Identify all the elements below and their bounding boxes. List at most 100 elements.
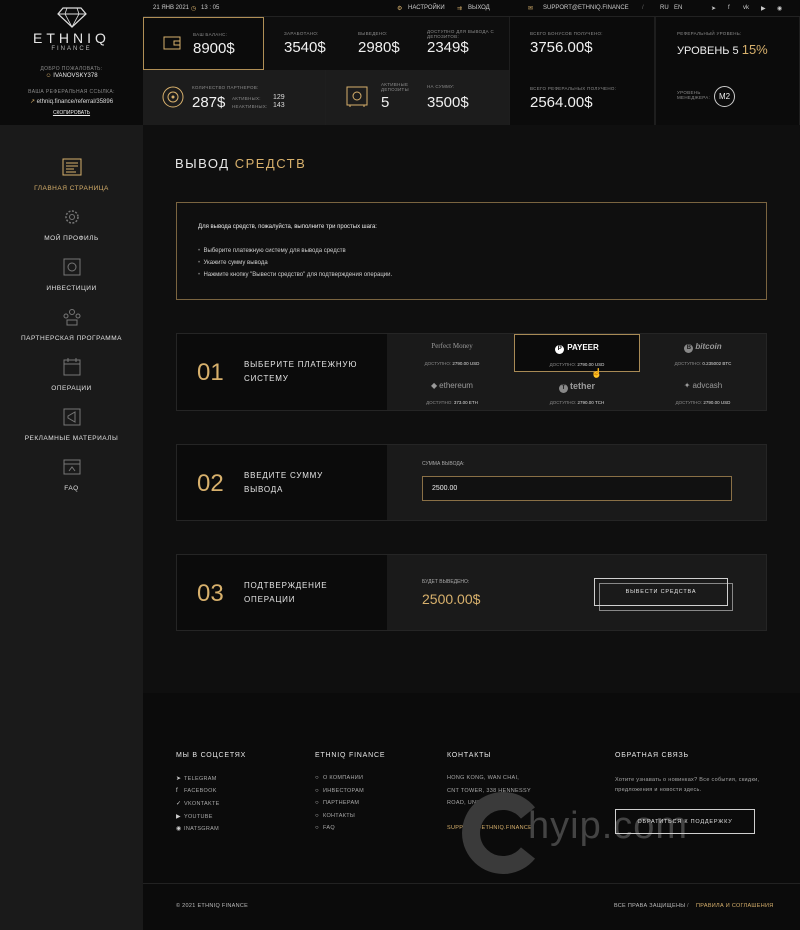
avail-amount: 2790.00 USD xyxy=(452,361,480,366)
logout-icon: ⇉ xyxy=(457,6,463,12)
step-3-title: ПОДТВЕРЖДЕНИЕ ОПЕРАЦИИ xyxy=(244,581,328,604)
bullet-icon: ○ xyxy=(315,800,319,806)
avail-amount: 2790.00 USD xyxy=(703,400,731,405)
bonus-label: ВСЕГО БОНУСОВ ПОЛУЧЕНО: xyxy=(530,31,603,36)
footer-link-text: FACEBOOK xyxy=(184,788,217,794)
footer-vk-link[interactable]: ✓ VKONTAKTE xyxy=(176,800,220,807)
referral-link-text: ethniq.finance/referral/35896 xyxy=(36,99,114,105)
ref-percent: 15% xyxy=(741,42,768,57)
sidebar-item-label: РЕКЛАМНЫЕ МАТЕРИАЛЫ xyxy=(24,435,119,442)
step-amount: 02 ВВЕДИТЕ СУММУ ВЫВОДА СУММА ВЫВОДА: xyxy=(176,444,767,521)
footer-youtube-link[interactable]: ▶ YOUTUBE xyxy=(176,813,213,820)
footer-telegram-link[interactable]: ➤ TELEGRAM xyxy=(176,775,217,782)
avail-label: ДОСТУПНО: xyxy=(549,400,577,405)
instructions-step-3: • Нажмите кнопку "Вывести средство" для … xyxy=(198,272,393,278)
terms-link[interactable]: ПРАВИЛА И СОГЛАШЕНИЯ xyxy=(696,903,774,909)
ethereum-icon: ◆ xyxy=(431,381,438,390)
step-1-number: 01 xyxy=(197,359,224,386)
footer-link-text: TELEGRAM xyxy=(184,776,217,782)
link-icon: ↗ xyxy=(29,99,35,105)
bullet-icon: ○ xyxy=(315,775,319,781)
vk-icon[interactable]: vk xyxy=(743,5,749,11)
ref-level-card: РЕФЕРАЛЬНЫЙ УРОВЕНЬ: УРОВЕНЬ 5 15% xyxy=(655,17,800,70)
sidebar-item-promo[interactable]: РЕКЛАМНЫЕ МАТЕРИАЛЫ xyxy=(0,407,143,442)
ref-level-text: УРОВЕНЬ 5 xyxy=(677,45,739,57)
sidebar-item-home[interactable]: ГЛАВНАЯ СТРАНИЦА xyxy=(0,157,143,192)
withdraw-button[interactable]: ВЫВЕСТИ СРЕДСТВА xyxy=(594,578,728,606)
bullet-icon: ○ xyxy=(315,813,319,819)
support-button[interactable]: ОБРАТИТЬСЯ К ПОДДЕРЖКУ xyxy=(615,809,755,834)
welcome-label: ДОБРО ПОЖАЛОВАТЬ: xyxy=(40,66,103,72)
avail-amount: 2790.00 TCH xyxy=(577,400,605,405)
sidebar-item-label: МОЙ ПРОФИЛЬ xyxy=(44,235,99,242)
settings-link[interactable]: НАСТРОЙКИ xyxy=(408,5,445,11)
telegram-icon: ➤ xyxy=(176,776,182,782)
avail-amount: 373.00 ETH xyxy=(453,400,478,405)
step-confirm: 03 ПОДТВЕРЖДЕНИЕ ОПЕРАЦИИ БУДЕТ ВЫВЕДЕНО… xyxy=(176,554,767,631)
telegram-icon[interactable]: ➤ xyxy=(711,5,716,12)
instructions-box: Для вывода средств, пожалуйста, выполнит… xyxy=(176,202,767,300)
footer-facebook-link[interactable]: f FACEBOOK xyxy=(176,788,217,794)
date-text: 21 ЯНВ 2021 xyxy=(153,5,190,11)
footer-instagram-link[interactable]: ◉ INATSGRAM xyxy=(176,825,219,832)
avail-label: ДОСТУПНО: xyxy=(549,362,577,367)
avail-label: ДОСТУПНО: xyxy=(424,361,452,366)
step-payment-system: 01 ВЫБЕРИТЕ ПЛАТЕЖНУЮ СИСТЕМУ Perfect Mo… xyxy=(176,333,767,411)
amount-input[interactable] xyxy=(422,476,732,501)
deposits-card: АКТИВНЫЕ ДЕПОЗИТЫ 5 НА СУММУ: 3500$ xyxy=(326,70,510,125)
sidebar-item-profile[interactable]: МОЙ ПРОФИЛЬ xyxy=(0,207,143,242)
sidebar-item-operations[interactable]: ОПЕРАЦИИ xyxy=(0,357,143,392)
tether-icon: T xyxy=(558,384,568,393)
footer-faq-link[interactable]: ○ FAQ xyxy=(315,825,335,831)
support-email-link[interactable]: SUPPORT@ETHNIQ.FINANCE xyxy=(543,5,629,11)
sidebar: ETHNIQ FINANCE ДОБРО ПОЖАЛОВАТЬ: ☺ IVANO… xyxy=(0,0,143,930)
instagram-icon[interactable]: ◉ xyxy=(777,5,782,12)
instructions-step-2: • Укажите сумму вывода xyxy=(198,260,268,266)
withdrawn-value: 2980$ xyxy=(358,39,400,56)
advcash-icon: ✦ xyxy=(683,381,691,390)
brand-sub: FINANCE xyxy=(51,46,92,52)
instructions-intro: Для вывода средств, пожалуйста, выполнит… xyxy=(198,224,377,230)
youtube-icon: ▶ xyxy=(176,814,181,820)
earnings-card: ЗАРАБОТАНО: 3540$ ВЫВЕДЕНО: 2980$ ДОСТУП… xyxy=(264,17,510,70)
referral-link[interactable]: ↗ ethniq.finance/referral/35896 xyxy=(0,98,143,105)
avail-label: ДОСТУПНО: xyxy=(675,400,703,405)
footer-link-text: ИНВЕСТОРАМ xyxy=(323,788,364,794)
ethereum-name: ethereum xyxy=(439,381,473,390)
copy-link-button[interactable]: СКОПИРОВАТЬ xyxy=(0,110,143,116)
bitcoin-icon: B xyxy=(684,344,694,353)
footer-about-link[interactable]: ○ О КОМПАНИИ xyxy=(315,775,363,781)
footer-link-text: КОНТАКТЫ xyxy=(323,813,356,819)
step-2-number: 02 xyxy=(197,470,224,497)
sidebar-item-investments[interactable]: ИНВЕСТИЦИИ xyxy=(0,257,143,292)
footer-link-text: О КОМПАНИИ xyxy=(323,775,364,781)
step-3-number: 03 xyxy=(197,580,224,607)
youtube-icon[interactable]: ▶ xyxy=(761,5,766,12)
pay-option-advcash[interactable]: ✦ advcash ДОСТУПНО: 2790.00 USD xyxy=(640,373,766,411)
active-count: 129 xyxy=(273,94,285,101)
payeer-logo: P PAYEER xyxy=(515,343,639,354)
pay-option-bitcoin[interactable]: Bbitcoin ДОСТУПНО: 0.235002 BTC xyxy=(640,334,766,372)
sidebar-item-faq[interactable]: FAQ xyxy=(0,457,143,492)
pay-option-payeer[interactable]: P PAYEER ДОСТУПНО: 2790.00 USD ☝ xyxy=(514,334,640,378)
ethereum-logo: ◆ ethereum xyxy=(389,381,515,390)
lang-en[interactable]: EN xyxy=(674,5,682,11)
sidebar-item-label: FAQ xyxy=(64,485,79,492)
brand-name: ETHNIQ xyxy=(33,30,110,46)
footer-contacts-link[interactable]: ○ КОНТАКТЫ xyxy=(315,813,355,819)
pay-option-perfect-money[interactable]: Perfect Money ДОСТУПНО: 2790.00 USD xyxy=(389,334,515,372)
sidebar-item-partners[interactable]: ПАРТНЕРСКАЯ ПРОГРАММА xyxy=(0,307,143,342)
avail-label: ДОСТУПНО: xyxy=(426,400,453,405)
advcash-name: advcash xyxy=(692,381,723,390)
calendar-icon xyxy=(63,358,80,376)
step-2-title: ВВЕДИТЕ СУММУ ВЫВОДА xyxy=(244,471,324,494)
lang-ru[interactable]: RU xyxy=(660,5,669,11)
main-content: ВЫВОД СРЕДСТВ Для вывода средств, пожалу… xyxy=(143,125,800,693)
footer-separator: / xyxy=(687,903,689,909)
pay-option-tether[interactable]: Ttether ДОСТУПНО: 2790.00 TCH xyxy=(514,373,640,411)
logout-link[interactable]: ВЫХОД xyxy=(468,5,490,11)
footer-investors-link[interactable]: ○ ИНВЕСТОРАМ xyxy=(315,788,364,794)
facebook-icon[interactable]: f xyxy=(728,5,730,11)
pay-option-ethereum[interactable]: ◆ ethereum ДОСТУПНО: 373.00 ETH xyxy=(389,373,515,411)
footer-partners-link[interactable]: ○ ПАРТНЕРАМ xyxy=(315,800,359,806)
